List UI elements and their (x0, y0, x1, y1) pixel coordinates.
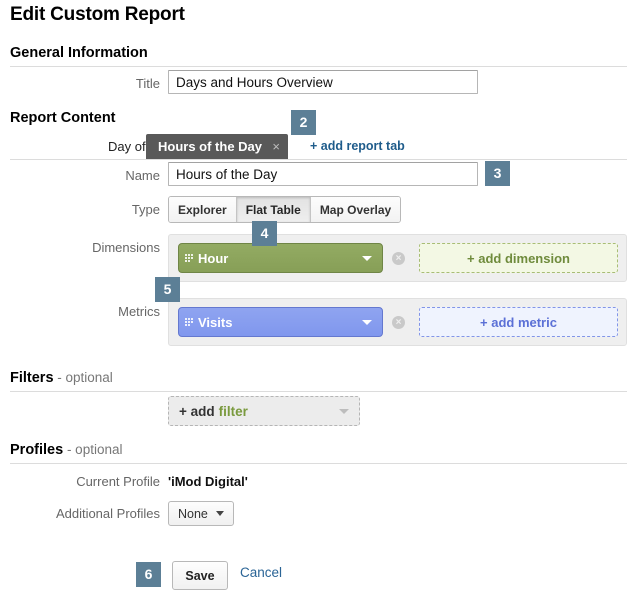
metric-pill-visits-label: Visits (198, 314, 233, 330)
title-field-label: Title (135, 76, 160, 91)
type-option-explorer[interactable]: Explorer (169, 197, 237, 222)
add-metric-button[interactable]: + add metric (419, 307, 618, 337)
type-option-flat-table[interactable]: Flat Table (236, 197, 311, 222)
section-heading-filters: Filters - optional (10, 370, 113, 386)
name-input[interactable] (168, 162, 478, 186)
divider-report-tabs (10, 159, 627, 160)
save-button[interactable]: Save (172, 561, 228, 590)
filters-heading-text: Filters (10, 370, 54, 386)
section-heading-general-information: General Information (10, 45, 148, 61)
add-dimension-button[interactable]: + add dimension (419, 243, 618, 273)
save-button-label: Save (185, 568, 215, 583)
type-option-map-overlay-label: Map Overlay (319, 202, 392, 217)
drag-handle-icon[interactable] (185, 318, 194, 326)
profiles-heading-text: Profiles (10, 442, 64, 458)
chevron-down-icon[interactable] (362, 319, 372, 325)
filters-optional-text: - optional (53, 370, 113, 385)
type-field-label: Type (131, 202, 160, 217)
drag-handle-icon[interactable] (185, 254, 194, 262)
report-content-heading-text: Report Content (10, 110, 116, 126)
chevron-down-icon (215, 511, 224, 516)
add-report-tab-link[interactable]: + add report tab (310, 139, 405, 153)
dimension-pill-hour[interactable]: Hour (178, 243, 383, 273)
chevron-down-icon[interactable] (339, 408, 349, 414)
divider-filters (10, 391, 627, 392)
name-field-label: Name (125, 168, 160, 183)
additional-profiles-select[interactable]: None (168, 501, 234, 526)
type-option-map-overlay[interactable]: Map Overlay (310, 197, 401, 222)
badge-4: 4 (252, 221, 277, 246)
metrics-field-label: Metrics (118, 304, 160, 319)
type-button-group: Explorer Flat Table Map Overlay (168, 196, 402, 223)
edit-custom-report-page: Edit Custom Report General Information T… (0, 0, 637, 602)
metric-pill-visits[interactable]: Visits (178, 307, 383, 337)
badge-3: 3 (485, 161, 510, 186)
metrics-panel: Visits × + add metric (168, 298, 627, 346)
add-filter-word-label: filter (218, 403, 248, 419)
remove-metric-icon[interactable]: × (392, 316, 405, 329)
add-filter-plus-label: + add (179, 403, 215, 419)
profiles-optional-text: - optional (63, 442, 123, 457)
report-tab-hours-of-the-day-label: Hours of the Day (158, 139, 263, 154)
current-profile-label: Current Profile (76, 474, 160, 489)
section-heading-report-content: Report Content (10, 110, 116, 126)
badge-6: 6 (136, 562, 161, 587)
divider-general-information (10, 66, 627, 67)
report-tab-hours-of-the-day[interactable]: Hours of the Day × (146, 134, 289, 159)
chevron-down-icon[interactable] (362, 255, 372, 261)
section-heading-profiles: Profiles - optional (10, 442, 122, 458)
add-filter-button[interactable]: + add filter (168, 396, 360, 426)
divider-profiles (10, 463, 627, 464)
remove-dimension-icon[interactable]: × (392, 252, 405, 265)
add-metric-label: + add metric (480, 314, 557, 330)
page-title: Edit Custom Report (10, 4, 185, 25)
type-option-flat-table-label: Flat Table (245, 202, 301, 217)
badge-2: 2 (291, 110, 316, 135)
dimensions-field-label: Dimensions (92, 240, 160, 255)
add-dimension-label: + add dimension (467, 250, 570, 266)
title-input[interactable] (168, 70, 478, 94)
general-information-heading-text: General Information (10, 45, 148, 61)
additional-profiles-value: None (178, 506, 208, 521)
cancel-link[interactable]: Cancel (240, 565, 282, 580)
dimensions-panel: Hour × + add dimension (168, 234, 627, 282)
close-icon[interactable]: × (272, 134, 280, 159)
type-option-explorer-label: Explorer (178, 202, 227, 217)
dimension-pill-hour-label: Hour (198, 250, 229, 266)
additional-profiles-label: Additional Profiles (55, 506, 160, 521)
badge-5: 5 (155, 277, 180, 302)
current-profile-value: 'iMod Digital' (168, 474, 248, 489)
